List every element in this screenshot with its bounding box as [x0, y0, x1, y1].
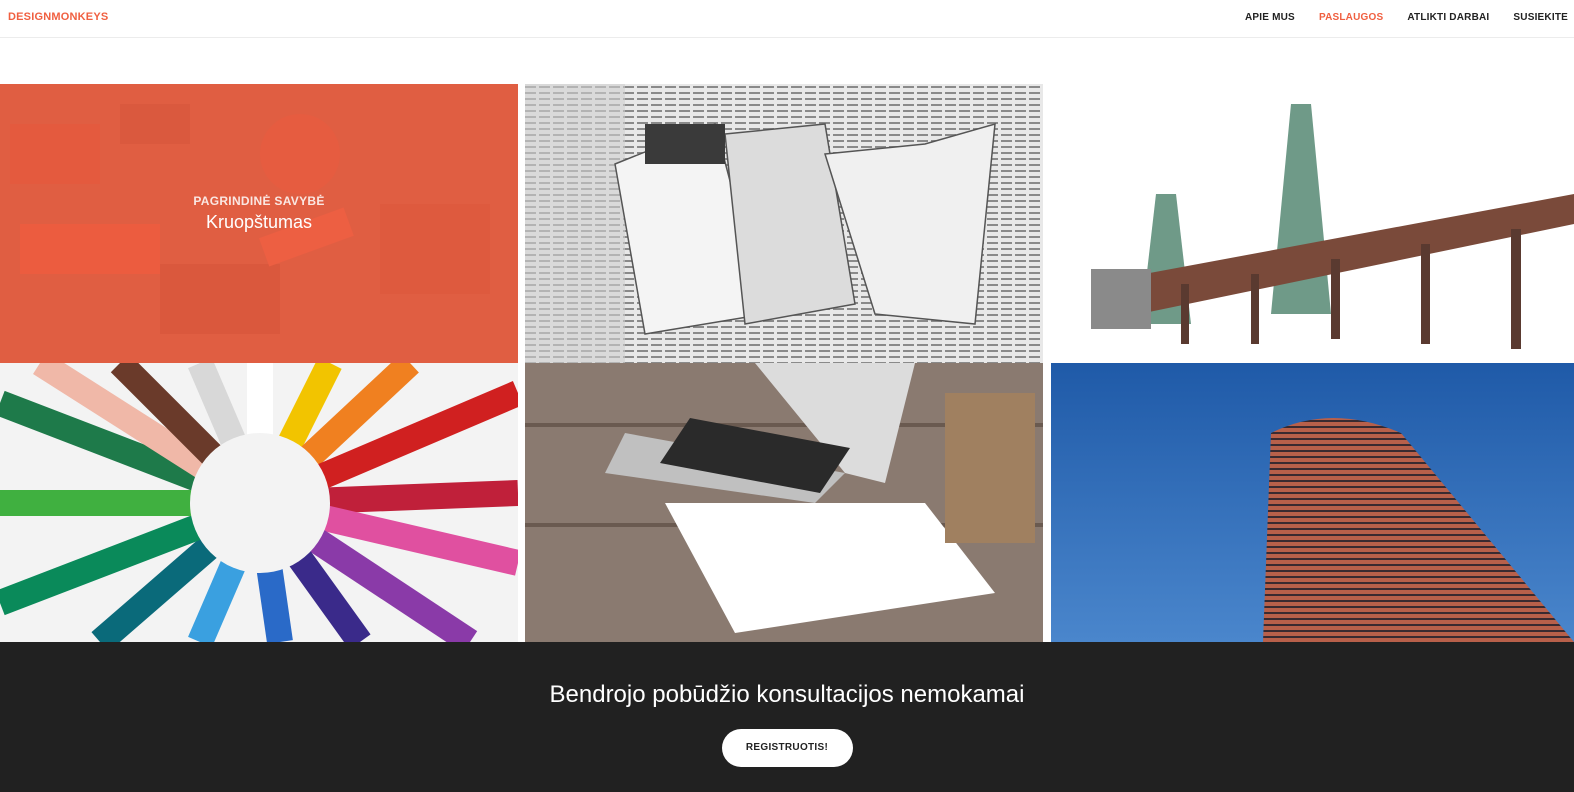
- portfolio-item-3[interactable]: [1051, 84, 1574, 363]
- main-nav: APIE MUS PASLAUGOS ATLIKTI DARBAI SUSIEK…: [1245, 12, 1574, 23]
- register-button[interactable]: REGISTRUOTIS!: [721, 729, 853, 767]
- portfolio-item-2[interactable]: [525, 84, 1043, 363]
- cta-heading: Bendrojo pobūdžio konsultacijos nemokama…: [549, 681, 1025, 708]
- portfolio-item-1[interactable]: PAGRINDINĖ SAVYBĖ Kruopštumas: [0, 84, 518, 363]
- nav-link-apie-mus[interactable]: APIE MUS: [1245, 12, 1295, 23]
- portfolio-name: Kruopštumas: [205, 212, 313, 232]
- portfolio-image-industrial-bridge: [1051, 84, 1574, 363]
- portfolio-item-5[interactable]: [525, 363, 1043, 642]
- nav-link-paslaugos[interactable]: PASLAUGOS: [1319, 12, 1383, 23]
- portfolio-item-4[interactable]: [0, 363, 518, 642]
- portfolio-image-laptop-desk: [525, 363, 1043, 642]
- portfolio-image-color-pencils: [0, 363, 518, 642]
- cta-section: Bendrojo pobūdžio konsultacijos nemokama…: [0, 642, 1574, 792]
- brand-logo-link[interactable]: DESIGNMONKEYS: [8, 11, 108, 23]
- nav-link-atlikti-darbai[interactable]: ATLIKTI DARBAI: [1407, 12, 1489, 23]
- portfolio-item-6[interactable]: [1051, 363, 1574, 642]
- portfolio-image-newspaper-boats: [525, 84, 1043, 363]
- portfolio-image-cylindrical-tower: [1051, 363, 1574, 642]
- nav-link-susiekite[interactable]: SUSIEKITE: [1513, 12, 1568, 23]
- portfolio-category: PAGRINDINĖ SAVYBĖ: [193, 194, 325, 208]
- top-navbar: DESIGNMONKEYS APIE MUS PASLAUGOS ATLIKTI…: [0, 0, 1574, 38]
- portfolio-hover-overlay: PAGRINDINĖ SAVYBĖ Kruopštumas: [0, 84, 518, 363]
